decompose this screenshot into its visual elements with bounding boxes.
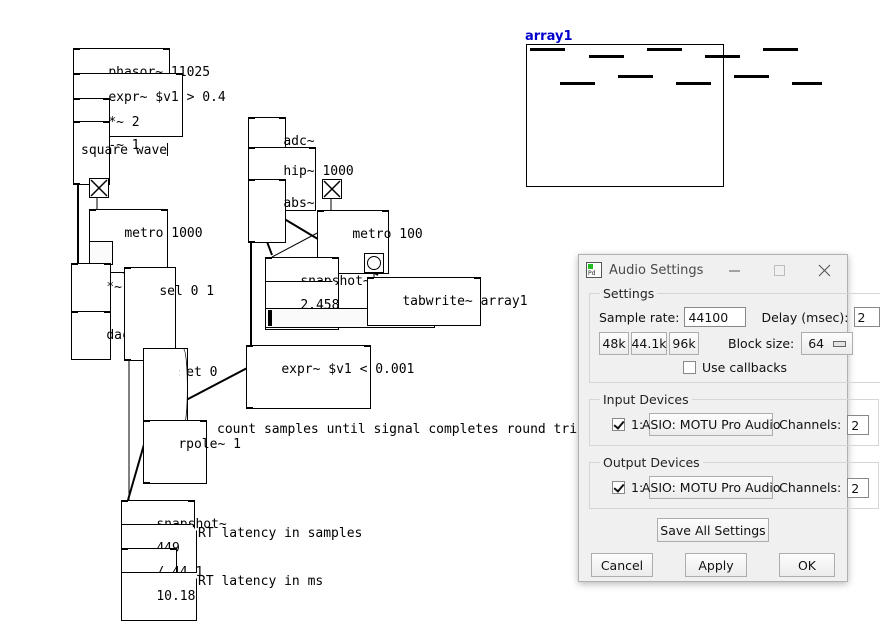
- object-dac[interactable]: dac~: [71, 311, 138, 360]
- comment-rt-latency-samples-text: RT latency in samples: [198, 526, 363, 541]
- cancel-button[interactable]: Cancel: [591, 553, 653, 577]
- object-tabwrite-label: tabwrite~ array1: [402, 294, 528, 309]
- array-segment: [705, 55, 740, 58]
- array-segment: [589, 55, 624, 58]
- input-channels-label: Channels:: [779, 417, 842, 432]
- array-label: array1: [525, 29, 573, 44]
- comment-rt-latency-ms-text: RT latency in ms: [198, 574, 324, 589]
- dialog-titlebar[interactable]: Pd Audio Settings: [579, 255, 847, 286]
- array-segment: [647, 48, 682, 51]
- pd-icon: Pd: [586, 262, 602, 278]
- input-device-row: 1: ASIO: MOTU Pro Audio Channels: 2: [612, 413, 870, 436]
- close-button[interactable]: [802, 256, 847, 285]
- rate-button-96k[interactable]: 96k: [669, 332, 699, 355]
- dialog-body: Settings Sample rate: 44100 Delay (msec)…: [579, 286, 880, 577]
- object-metro-1000-label: metro 1000: [124, 226, 203, 241]
- comment-count-samples-text: count samples until signal completes rou…: [217, 422, 585, 437]
- ok-button[interactable]: OK: [779, 553, 835, 577]
- output-devices-group: Output Devices 1: ASIO: MOTU Pro Audio C…: [589, 455, 880, 509]
- toggle-x-icon-2: [323, 180, 341, 198]
- array-segment: [530, 48, 565, 51]
- output-channels-input[interactable]: 2: [847, 477, 870, 498]
- output-devices-legend: Output Devices: [603, 455, 700, 470]
- close-icon: [818, 264, 831, 276]
- pd-patch-window: phasor~ 11025 expr~ $v1 > 0.4 *~ 2 -~ 1 …: [0, 0, 880, 637]
- comment-square-wave-text: square wave: [81, 143, 168, 158]
- dialog-title: Audio Settings: [609, 262, 704, 278]
- comment-rt-latency-samples: RT latency in samples: [198, 526, 362, 541]
- input-channels-input[interactable]: 2: [847, 414, 870, 435]
- save-row: Save All Settings: [589, 518, 837, 542]
- rate-button-48k[interactable]: 48k: [599, 332, 629, 355]
- object-rpole-label: rpole~ 1: [178, 437, 241, 452]
- maximize-icon: [774, 264, 785, 276]
- delay-input[interactable]: 2: [853, 307, 880, 327]
- save-all-settings-button[interactable]: Save All Settings: [657, 518, 769, 542]
- array-segment: [734, 75, 769, 78]
- object-multiply-2-label: *~ 2: [108, 115, 140, 130]
- object-hip-1000-label: hip~ 1000: [283, 164, 354, 179]
- message-notch: [180, 348, 188, 427]
- array-segment: [792, 82, 822, 85]
- object-abs[interactable]: abs~: [248, 179, 315, 243]
- comment-square-wave: square wave: [81, 143, 169, 158]
- bang-tabwrite[interactable]: [364, 253, 384, 273]
- object-expr-threshold[interactable]: expr~ $v1 < 0.001: [246, 345, 414, 409]
- object-expr-threshold-label: expr~ $v1 < 0.001: [281, 362, 415, 377]
- input-devices-legend: Input Devices: [603, 392, 689, 407]
- array-segment: [560, 82, 595, 85]
- block-size-label: Block size:: [728, 336, 795, 351]
- sample-rate-row: Sample rate: 44100 Delay (msec): 2: [599, 307, 880, 327]
- object-metro-100-label: metro 100: [352, 227, 423, 242]
- block-size-dropdown[interactable]: 64: [801, 332, 854, 355]
- array-segment: [676, 82, 711, 85]
- use-callbacks-row[interactable]: Use callbacks: [683, 360, 880, 375]
- object-expr-gate-label: expr~ $v1 > 0.4: [108, 90, 226, 105]
- settings-group: Settings Sample rate: 44100 Delay (msec)…: [589, 286, 880, 383]
- object-rpole[interactable]: rpole~ 1: [143, 420, 241, 484]
- toggle-metro-100[interactable]: [322, 179, 342, 199]
- output-device-select[interactable]: ASIO: MOTU Pro Audio: [642, 476, 781, 499]
- input-device-checkbox[interactable]: [612, 418, 625, 431]
- input-device-select[interactable]: ASIO: MOTU Pro Audio: [642, 413, 781, 436]
- use-callbacks-label: Use callbacks: [702, 360, 788, 375]
- output-device-row: 1: ASIO: MOTU Pro Audio Channels: 2: [612, 476, 870, 499]
- delay-label: Delay (msec):: [761, 309, 849, 325]
- toggle-metro-1000[interactable]: [89, 178, 109, 198]
- dialog-action-buttons: Cancel Apply OK: [589, 553, 837, 577]
- input-devices-group: Input Devices 1: ASIO: MOTU Pro Audio Ch…: [589, 392, 880, 446]
- hslider-knob[interactable]: [268, 310, 272, 326]
- object-abs-label: abs~: [283, 196, 315, 211]
- comment-rt-latency-ms: RT latency in ms: [198, 574, 323, 589]
- apply-button[interactable]: Apply: [685, 553, 747, 577]
- use-callbacks-checkbox[interactable]: [683, 361, 696, 374]
- array-graph-array1[interactable]: [526, 44, 822, 187]
- dropdown-indicator-icon: [833, 340, 847, 347]
- object-sel-0-1-label: sel 0 1: [159, 284, 215, 299]
- object-sel-0-1[interactable]: sel 0 1: [124, 267, 214, 361]
- message-set-0[interactable]: set 0: [143, 348, 217, 427]
- minimize-button[interactable]: [712, 256, 757, 285]
- settings-group-legend: Settings: [603, 286, 655, 301]
- comment-count-samples: count samples until signal completes rou…: [217, 422, 586, 437]
- array-segment: [618, 75, 653, 78]
- rate-button-44-1k[interactable]: 44.1k: [631, 332, 667, 355]
- toggle-x-icon: [90, 179, 108, 197]
- audio-settings-dialog: Pd Audio Settings Settings Sample rate: …: [578, 254, 880, 582]
- output-channels-label: Channels:: [779, 480, 842, 495]
- maximize-button[interactable]: [757, 256, 802, 285]
- block-size-value: 64: [808, 336, 825, 351]
- numberbox-latency-ms[interactable]: 10.1814: [121, 572, 197, 621]
- object-tabwrite[interactable]: tabwrite~ array1: [367, 277, 528, 326]
- minimize-icon: [729, 270, 740, 271]
- array-segment: [763, 48, 798, 51]
- bang-toggle-blank[interactable]: [89, 241, 113, 265]
- array-label-text: array1: [525, 29, 573, 44]
- sample-rate-label: Sample rate:: [599, 309, 680, 325]
- bang-circle-icon: [367, 256, 381, 270]
- rate-buttons-row: 48k 44.1k 96k Block size: 64: [599, 332, 880, 355]
- object-multiply-signal-label: *~: [106, 280, 122, 295]
- output-device-checkbox[interactable]: [612, 481, 625, 494]
- sample-rate-input[interactable]: 44100: [684, 307, 747, 327]
